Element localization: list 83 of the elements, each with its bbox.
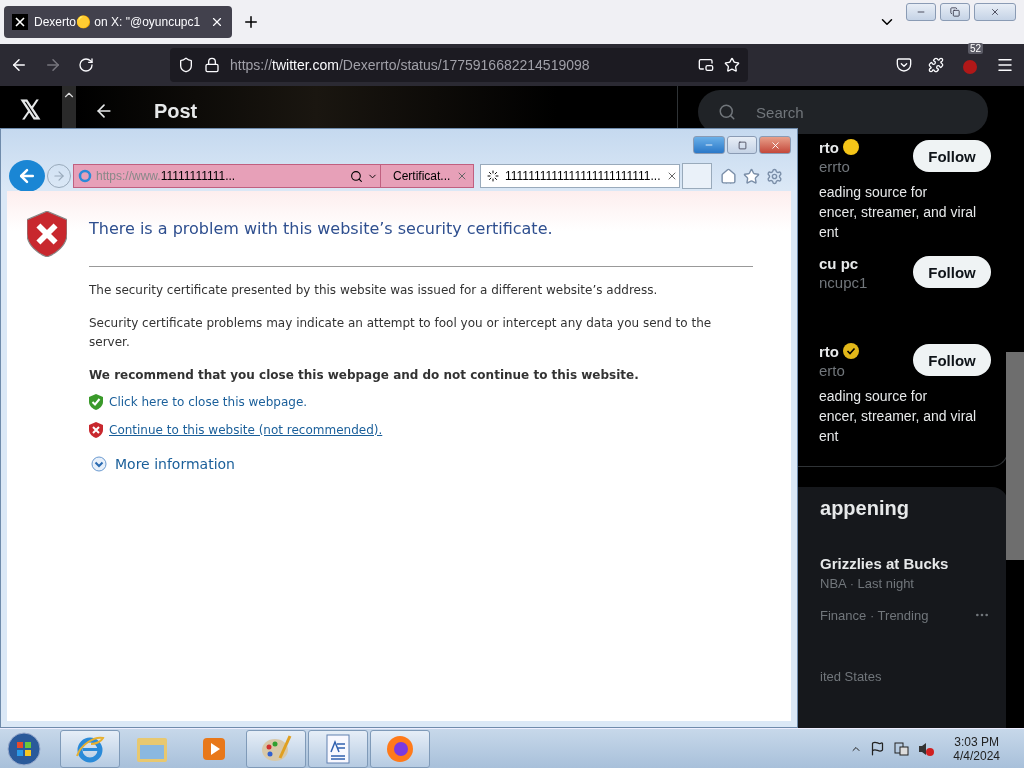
back-button[interactable] [9,160,45,192]
restore-icon [950,7,960,17]
close-icon[interactable] [210,15,224,29]
expand-icon[interactable] [91,456,107,472]
x-logo-icon [12,14,28,30]
loading-icon [487,170,499,182]
error-shield-icon [27,211,67,257]
network-icon[interactable] [893,740,910,757]
address-field[interactable]: https://www.11111111111... [73,164,383,188]
lock-icon [204,57,220,73]
page-title: Post [153,99,198,123]
forward-icon[interactable] [44,56,62,74]
taskbar-app-button[interactable] [308,729,368,768]
maximize-icon [737,140,747,150]
follow-button[interactable]: Follow [913,256,992,288]
star-icon[interactable] [743,167,760,185]
menu-icon[interactable] [996,56,1014,74]
palette-icon [260,733,292,764]
page-link[interactable]: Click here to close this webpage. [109,395,308,409]
forward-icon [52,169,66,183]
account-name: rto [819,138,840,156]
back-icon [17,166,37,186]
search-icon [718,103,737,121]
back-icon[interactable] [10,56,28,74]
home-icon[interactable] [720,167,737,185]
taskbar-app-button[interactable] [370,729,430,768]
account-bio: eading source for encer, streamer, and viral ent [819,183,978,242]
document-icon [325,733,351,764]
new-tab-icon[interactable] [242,13,260,31]
account-name: cu pc [819,254,859,272]
shield-icon [178,57,194,73]
follow-button[interactable]: Follow [913,140,992,172]
picture-in-picture-icon[interactable] [698,57,714,73]
error-heading: There is a problem with this website’s security certificate. [89,211,753,267]
browser-tab[interactable]: Certificat... [380,164,474,188]
reload-icon[interactable] [78,57,94,73]
count-badge: 52 [968,43,984,54]
x-logo[interactable]: 𝕏 [20,96,42,124]
browser-e-icon [78,169,92,183]
maximize-button[interactable] [727,136,757,154]
account-handle: ncupc1 [819,274,868,293]
error-paragraph: Security certificate problems may indicate an attempt to fool you or intercept any data you send to the server. [89,315,713,351]
fox-globe-icon [385,733,415,764]
check-shield-icon [89,394,103,410]
error-paragraph: The security certificate presented by this website was issued for a different website’s address. [89,282,659,299]
puzzle-icon[interactable] [928,57,944,73]
verified-badge-icon [843,343,860,359]
scrollbar-thumb[interactable] [1006,352,1024,560]
account-bio: eading source for encer, streamer, and viral ent [819,387,978,446]
recommendation-text: We recommend that you close this webpage and do not continue to this website. [89,368,640,382]
account-handle: errto [819,158,851,177]
trend-title[interactable]: Grizzlies at Bucks [820,555,991,572]
taskbar-app-button[interactable] [246,729,306,768]
trend-meta: Finance · Trending [820,607,929,623]
browser-tab[interactable]: 1111111111111111111111111... [480,164,680,188]
settings-icon[interactable] [766,167,783,185]
clock[interactable]: 3:03 PM 4/4/2024 [953,734,1000,763]
more-information-link[interactable]: More information [115,456,235,472]
close-icon [769,139,781,151]
restore-button[interactable] [940,3,970,21]
browser-tab[interactable]: Dexerto🟡 on X: "@oyuncupc1 [4,6,232,38]
pocket-icon[interactable] [896,57,912,73]
tab-title: Dexerto🟡 on X: "@oyuncupc1 [34,15,202,29]
account-name: rto [819,342,840,360]
trend-meta: NBA · Last night [820,576,915,591]
trend-meta: ited States [820,669,882,684]
round-badge-icon [843,139,860,155]
page-link[interactable]: Continue to this website (not recommended). [109,423,383,437]
section-title: appening [820,497,910,521]
close-icon [990,7,1000,17]
follow-button[interactable]: Follow [913,344,992,376]
search-icon [350,169,363,183]
flag-icon[interactable] [870,741,886,756]
minimize-button[interactable] [693,136,725,154]
account-handle: erto [819,362,846,381]
minimize-button[interactable] [906,3,936,21]
close-button[interactable] [759,136,791,154]
taskbar-app-button[interactable] [60,729,120,768]
url-field[interactable]: https://twitter.com/Dexerrto/status/1775916682214519098 [170,48,748,82]
close-button[interactable] [974,3,1016,21]
volume-muted-icon[interactable] [917,740,936,757]
start-button[interactable] [4,730,44,767]
error-shield-icon [89,422,103,438]
